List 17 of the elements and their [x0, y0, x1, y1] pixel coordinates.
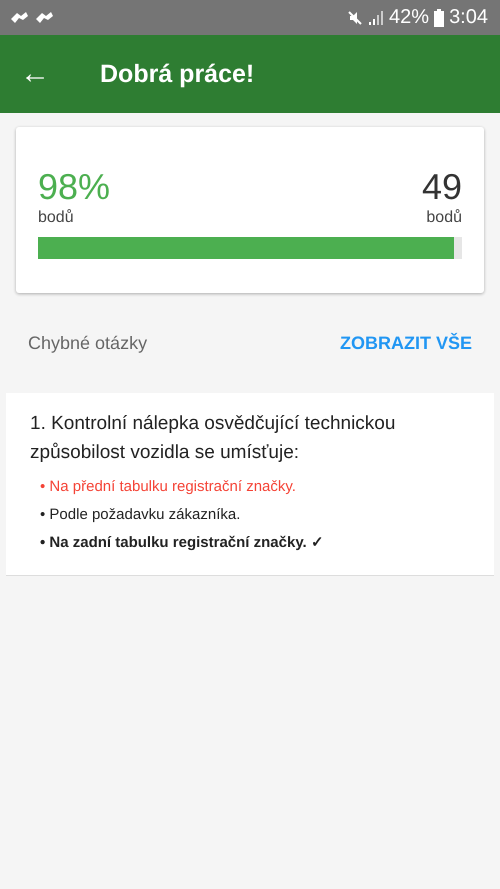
signal-icon	[368, 10, 384, 26]
points-value: 49	[422, 167, 462, 207]
score-unit: bodů	[38, 209, 75, 227]
screen-title: Dobrá práce!	[100, 60, 254, 88]
score-percent: 98%	[38, 167, 110, 207]
back-button[interactable]: ←	[20, 59, 50, 89]
clock: 3:04	[449, 6, 488, 29]
battery-percent: 42%	[389, 6, 430, 29]
answer-option: • Na zadní tabulku registrační značky. ✓	[30, 529, 470, 557]
mute-icon	[347, 10, 364, 26]
show-all-link[interactable]: ZOBRAZIT VŠE	[340, 332, 472, 354]
answer-option: • Na přední tabulku registrační značky.	[30, 473, 470, 501]
section-title: Chybné otázky	[28, 332, 148, 354]
points-unit: bodů	[426, 209, 462, 227]
battery-icon	[434, 8, 444, 26]
answer-option: • Podle požadavku zákazníka.	[30, 501, 470, 529]
question-text: 1. Kontrolní nálepka osvědčující technickou způsobilost vozidla se umísťuje:	[30, 412, 396, 465]
